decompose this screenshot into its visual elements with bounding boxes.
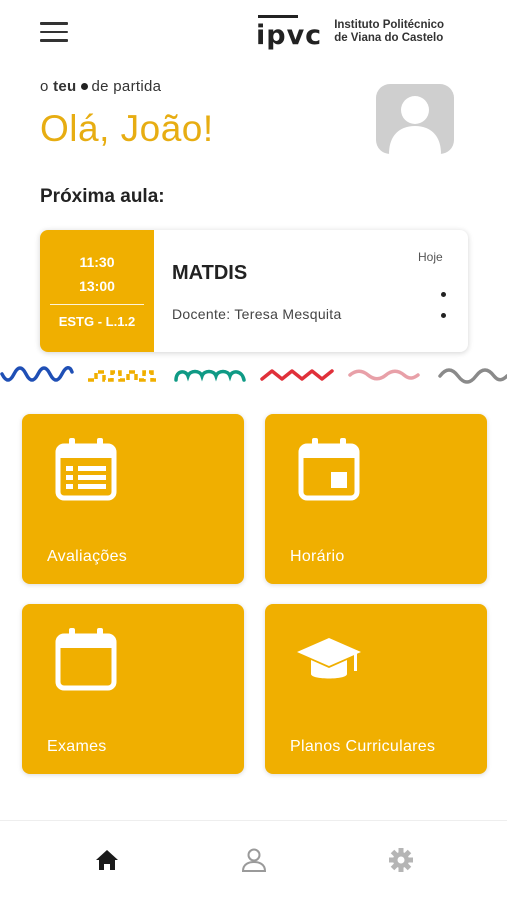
person-icon	[241, 848, 267, 872]
squiggle-pink	[348, 369, 420, 381]
tile-label: Horário	[290, 548, 345, 565]
next-class-card[interactable]: 11:30 13:00 ESTG - L.1.2 MATDIS Docente:…	[40, 230, 468, 352]
avatar[interactable]	[376, 84, 454, 154]
tile-label: Planos Curriculares	[290, 738, 436, 755]
tagline-suffix: de partida	[91, 78, 162, 95]
class-time-box: 11:30 13:00 ESTG - L.1.2	[40, 230, 154, 352]
nav-home[interactable]	[93, 847, 123, 875]
class-day: Hoje	[418, 250, 443, 264]
bottom-navigation	[0, 820, 507, 900]
nav-settings[interactable]	[387, 847, 417, 875]
next-class-title: Próxima aula:	[40, 186, 165, 207]
ipvc-logo: ipvc Instituto Politécnico de Viana do C…	[256, 12, 444, 52]
calendar-icon	[55, 628, 117, 691]
class-start-time: 11:30	[79, 254, 115, 270]
nav-profile[interactable]	[240, 847, 270, 875]
class-room: ESTG - L.1.2	[58, 314, 136, 329]
institution-line-1: Instituto Politécnico	[334, 19, 445, 31]
greeting: Olá, João!	[40, 108, 214, 149]
home-icon	[96, 850, 118, 870]
squiggle-teal	[174, 369, 246, 382]
tagline-bold: teu	[53, 78, 77, 95]
tile-label: Exames	[47, 738, 107, 755]
more-options-icon[interactable]	[438, 290, 450, 320]
gear-icon	[389, 848, 413, 872]
squiggle-red	[260, 369, 334, 381]
tagline-prefix: o	[40, 78, 49, 95]
tile-planos-curriculares[interactable]: Planos Curriculares	[265, 604, 487, 774]
logo-mark: ipvc	[256, 14, 322, 51]
course-name: MATDIS	[172, 262, 248, 284]
tile-horario[interactable]: Horário	[265, 414, 487, 584]
squiggle-blue	[0, 366, 74, 382]
institution-name: Instituto Politécnico de Viana do Castel…	[334, 19, 444, 45]
squiggle-orange	[88, 370, 158, 382]
calendar-event-icon	[298, 438, 360, 501]
tile-avaliacoes[interactable]: Avaliações	[22, 414, 244, 584]
tile-label: Avaliações	[47, 548, 128, 565]
teacher-name: Docente: Teresa Mesquita	[172, 306, 342, 322]
decorative-squiggles	[0, 366, 507, 384]
squiggle-gray	[438, 368, 507, 384]
user-silhouette-icon	[389, 96, 441, 154]
graduation-cap-icon	[297, 638, 361, 679]
class-end-time: 13:00	[79, 278, 115, 294]
tagline-dot	[80, 83, 88, 91]
tile-exames[interactable]: Exames	[22, 604, 244, 774]
tagline: o teu de partida	[40, 78, 161, 95]
top-bar: ipvc Instituto Politécnico de Viana do C…	[0, 0, 507, 70]
hamburger-menu-icon[interactable]	[40, 22, 68, 44]
time-divider	[50, 304, 144, 305]
calendar-list-icon	[55, 438, 117, 501]
institution-line-2: de Viana do Castelo	[334, 32, 444, 44]
